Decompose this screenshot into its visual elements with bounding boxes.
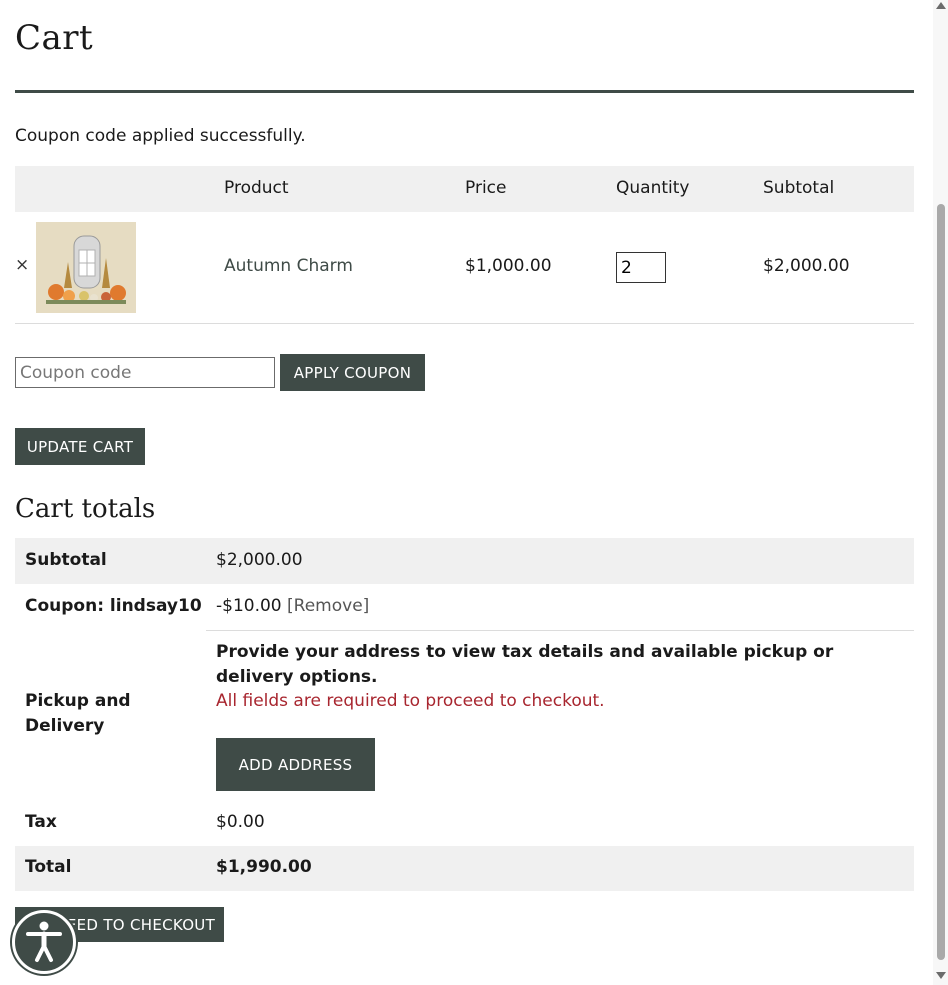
apply-coupon-button[interactable]: APPLY COUPON bbox=[280, 354, 425, 391]
scroll-down-icon[interactable] bbox=[936, 972, 946, 979]
update-cart-button[interactable]: UPDATE CART bbox=[15, 428, 145, 465]
item-price: $1,000.00 bbox=[465, 256, 552, 276]
cart-table-header: Product Price Quantity Subtotal bbox=[15, 166, 914, 212]
header-subtotal: Subtotal bbox=[763, 178, 835, 198]
product-link[interactable]: Autumn Charm bbox=[224, 256, 353, 276]
scroll-up-icon[interactable] bbox=[936, 2, 946, 9]
subtotal-value: $2,000.00 bbox=[216, 550, 303, 570]
coupon-label: Coupon: lindsay10 bbox=[25, 596, 202, 616]
cart-totals-title: Cart totals bbox=[15, 494, 156, 524]
totals-tax-row: Tax $0.00 bbox=[15, 800, 914, 846]
header-product: Product bbox=[224, 178, 289, 198]
header-price: Price bbox=[465, 178, 507, 198]
product-thumbnail[interactable] bbox=[36, 222, 136, 313]
remove-coupon-link[interactable]: [Remove] bbox=[287, 596, 369, 616]
quantity-input[interactable] bbox=[616, 252, 666, 283]
delivery-label: Pickup and Delivery bbox=[25, 691, 131, 736]
header-quantity: Quantity bbox=[616, 178, 690, 198]
add-address-button[interactable]: ADD ADDRESS bbox=[216, 738, 375, 791]
coupon-discount: -$10.00 [Remove] bbox=[216, 596, 369, 616]
accessibility-person-icon bbox=[26, 921, 62, 962]
delivery-divider bbox=[206, 630, 914, 631]
tax-value: $0.00 bbox=[216, 812, 265, 832]
item-subtotal: $2,000.00 bbox=[763, 256, 850, 276]
delivery-required-warning: All fields are required to proceed to ch… bbox=[216, 691, 605, 711]
totals-subtotal-row: Subtotal $2,000.00 bbox=[15, 538, 914, 584]
accessibility-button[interactable] bbox=[12, 910, 76, 974]
total-label: Total bbox=[25, 857, 72, 877]
page-scrollbar[interactable] bbox=[933, 0, 948, 985]
totals-total-row: Total $1,990.00 bbox=[15, 846, 914, 891]
total-value: $1,990.00 bbox=[216, 857, 312, 877]
coupon-success-notice: Coupon code applied successfully. bbox=[15, 126, 306, 146]
subtotal-label: Subtotal bbox=[25, 550, 107, 570]
title-divider bbox=[15, 90, 914, 93]
cart-item-row: × Autumn Charm $1,000.00 $2,000.0 bbox=[15, 212, 914, 324]
coupon-discount-value: -$10.00 bbox=[216, 596, 282, 616]
scroll-thumb[interactable] bbox=[937, 204, 945, 960]
delivery-info-text: Provide your address to view tax details… bbox=[216, 642, 834, 687]
coupon-code-input[interactable] bbox=[15, 357, 275, 388]
tax-label: Tax bbox=[25, 812, 57, 832]
remove-item-icon[interactable]: × bbox=[15, 255, 29, 275]
page-title: Cart bbox=[15, 18, 94, 58]
totals-coupon-row: Coupon: lindsay10 -$10.00 [Remove] bbox=[15, 584, 914, 630]
